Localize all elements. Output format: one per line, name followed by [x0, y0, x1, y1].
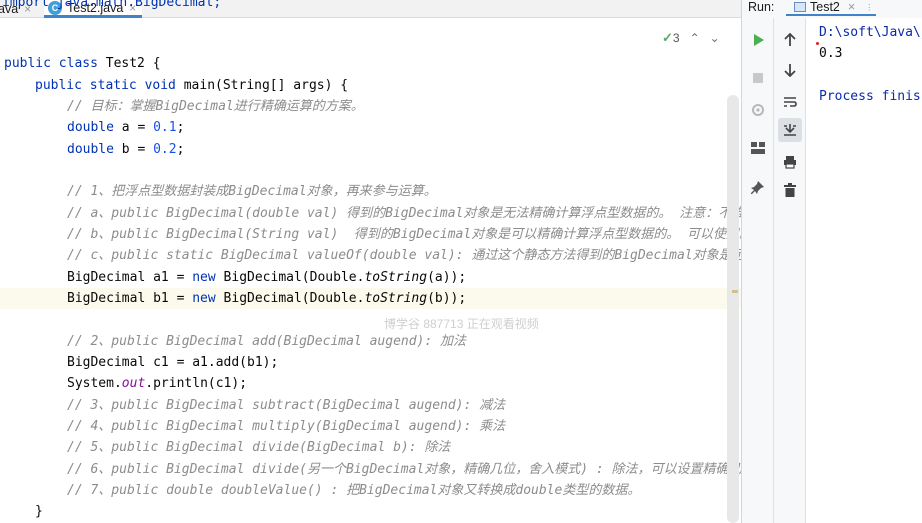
run-tab-test2[interactable]: Test2 × ⋮ [794, 0, 873, 14]
keyword: public static void [35, 78, 176, 93]
code-line-comment-4[interactable]: // 4、public BigDecimal multiply(BigDecim… [67, 416, 741, 437]
a1-args: (a)); [427, 270, 467, 285]
main-signature: main(String[] args) { [175, 78, 349, 93]
a1-decl: BigDecimal a1 = [67, 270, 193, 285]
code-line-println[interactable]: System.out.println(c1); [67, 373, 741, 394]
comment: // 7、public double doubleValue() : 把BigD… [67, 483, 641, 498]
keyword: public class [4, 56, 98, 71]
b1-decl: BigDecimal b1 = [67, 291, 193, 306]
c1-statement: BigDecimal c1 = a1.add(b1); [67, 355, 279, 370]
comment: // 6、public BigDecimal divide(另一个BigDeci… [67, 462, 741, 477]
debug-settings-icon[interactable] [746, 98, 770, 122]
pin-icon[interactable] [746, 176, 770, 200]
number: 0.2 [153, 142, 177, 157]
code-line-comment-a[interactable]: // a、public BigDecimal(double val) 得到的Bi… [67, 203, 741, 224]
close-brace: } [35, 504, 43, 519]
a1-ctor: BigDecimal(Double. [215, 270, 365, 285]
semicolon: ; [176, 120, 185, 135]
run-tab-label: Test2 [810, 0, 840, 14]
comment: // 4、public BigDecimal multiply(BigDecim… [67, 419, 506, 434]
comment: // 5、public BigDecimal divide(BigDecimal… [67, 440, 451, 455]
inspection-status[interactable]: ✓3 [662, 30, 680, 46]
run-toolbar-right [774, 18, 806, 523]
run-label: Run: [748, 0, 775, 14]
class-name: Test2 { [97, 56, 161, 71]
code-line-a1[interactable]: BigDecimal a1 = new BigDecimal(Double.to… [67, 267, 741, 288]
comment: // c、public static BigDecimal valueOf(do… [67, 248, 741, 263]
trash-icon[interactable] [778, 178, 802, 202]
console-line: Process finis [819, 89, 921, 104]
code-line-comment-5[interactable]: // 5、public BigDecimal divide(BigDecimal… [67, 437, 741, 458]
method-name: toString [364, 291, 428, 306]
code-line-comment-3[interactable]: // 3、public BigDecimal subtract(BigDecim… [67, 395, 741, 416]
inspection-widget[interactable]: ✓3 ⌃ ⌄ [662, 30, 720, 46]
code-line-b1-current[interactable]: BigDecimal b1 = new BigDecimal(Double.to… [0, 288, 741, 309]
code-line-comment-c[interactable]: // c、public static BigDecimal valueOf(do… [67, 245, 741, 266]
comment: // 1、把浮点型数据封装成BigDecimal对象，再来参与运算。 [67, 184, 437, 199]
keyword: new [192, 291, 216, 306]
console-icon [794, 2, 806, 12]
arrow-up-icon[interactable] [778, 28, 802, 52]
code-line-comment-goal[interactable]: // 目标：掌握BigDecimal进行精确运算的方案。 [67, 96, 741, 117]
editor-scrollbar[interactable] [727, 95, 739, 523]
code-editor[interactable]: ava × C Test2.java × ✓3 ⌃ ⌄ import java.… [0, 0, 741, 523]
more-options-icon[interactable]: ⋮ [865, 3, 873, 12]
console-line: 0.3 [819, 46, 843, 61]
next-highlight-icon[interactable]: ⌄ [710, 31, 720, 45]
code-line-c1[interactable]: BigDecimal c1 = a1.add(b1); [67, 352, 741, 373]
code-line-import[interactable]: import java.math.BigDecimal; [2, 0, 741, 13]
code-line-comment-7[interactable]: // 7、public double doubleValue() : 把BigD… [67, 480, 741, 501]
inspection-count: 3 [672, 31, 680, 45]
print-icon[interactable] [778, 150, 802, 174]
b1-args: (b)); [427, 291, 467, 306]
code-line-double-b[interactable]: double b = 0.2; [67, 139, 741, 160]
code-line-double-a[interactable]: double a = 0.1; [67, 117, 741, 138]
semicolon: ; [176, 142, 185, 157]
code-line-comment-b[interactable]: // b、public BigDecimal(String val) 得到的Bi… [67, 224, 741, 245]
code-line-comment-2[interactable]: // 2、public BigDecimal add(BigDecimal au… [67, 331, 741, 352]
code-line-class[interactable]: public class Test2 { [4, 53, 741, 74]
comment: // b、public BigDecimal(String val) 得到的Bi… [67, 227, 741, 242]
soft-wrap-icon[interactable] [778, 90, 802, 114]
var-b: b = [113, 142, 154, 157]
comment: // 3、public BigDecimal subtract(BigDecim… [67, 398, 506, 413]
run-toolbar-left [742, 18, 774, 523]
scroll-to-end-icon[interactable] [778, 118, 802, 142]
var-a: a = [113, 120, 154, 135]
keyword: new [192, 270, 216, 285]
code-line-close-brace[interactable]: } [35, 501, 741, 522]
arrow-down-icon[interactable] [778, 58, 802, 82]
code-line-comment-6[interactable]: // 6、public BigDecimal divide(另一个BigDeci… [67, 459, 741, 480]
rerun-icon[interactable] [746, 28, 770, 52]
console-output[interactable]: D:\soft\Java\j 0.3 Process finis [806, 18, 922, 523]
console-line: D:\soft\Java\j [819, 25, 922, 40]
keyword: double [67, 142, 114, 157]
code-line-main[interactable]: public static void main(String[] args) { [35, 75, 741, 96]
video-watermark: 博学谷 887713 正在观看视频 [384, 317, 539, 331]
close-icon[interactable]: × [848, 0, 855, 14]
keyword: double [67, 120, 114, 135]
run-header: Run: Test2 × ⋮ [742, 0, 922, 16]
number: 0.1 [153, 120, 177, 135]
run-tool-window: Run: Test2 × ⋮ D:\soft\Java\j 0.3 Proces… [741, 0, 922, 523]
comment: // 2、public BigDecimal add(BigDecimal au… [67, 334, 467, 349]
import-text: import java.math.BigDecimal; [2, 0, 222, 10]
active-tab-indicator [786, 14, 876, 16]
layout-icon[interactable] [746, 136, 770, 160]
stop-icon[interactable] [746, 66, 770, 90]
comment: // 目标：掌握BigDecimal进行精确运算的方案。 [67, 99, 364, 114]
caret-position-marker [732, 290, 738, 293]
check-icon: ✓ [662, 30, 673, 45]
method-name: toString [364, 270, 428, 285]
println-call: .println(c1); [145, 376, 248, 391]
out-field: out [121, 376, 146, 391]
previous-highlight-icon[interactable]: ⌃ [690, 31, 700, 45]
b1-ctor: BigDecimal(Double. [215, 291, 365, 306]
comment: // a、public BigDecimal(double val) 得到的Bi… [67, 206, 741, 221]
code-line-comment-1[interactable]: // 1、把浮点型数据封装成BigDecimal对象，再来参与运算。 [67, 181, 741, 202]
system-class: System. [67, 376, 122, 391]
